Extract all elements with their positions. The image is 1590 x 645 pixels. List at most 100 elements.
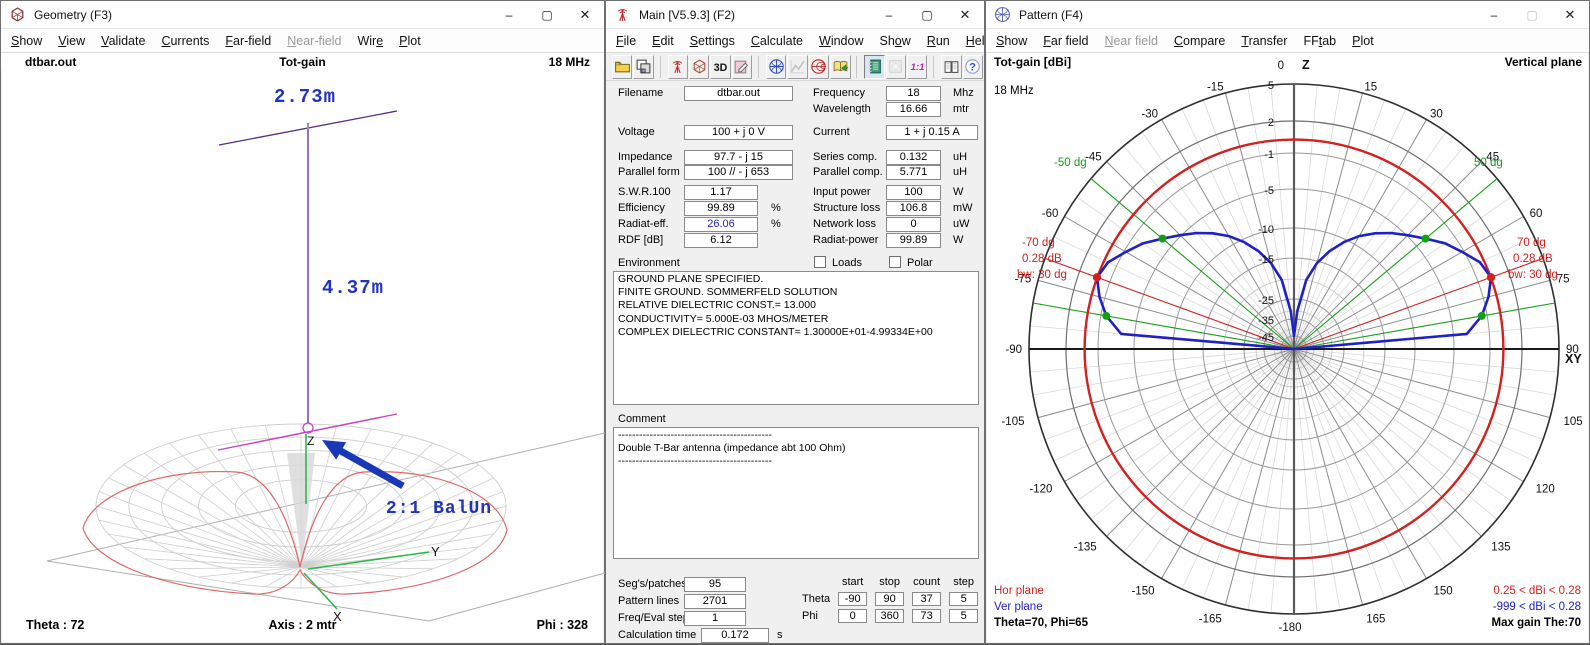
geometry-minimize-button[interactable]: – <box>490 1 528 28</box>
menu-main-edit[interactable]: Edit <box>644 31 682 51</box>
s-w-r-100-field[interactable]: 1.17 <box>684 185 758 200</box>
menu-main-show[interactable]: Show <box>872 31 919 51</box>
menu-geometry-show[interactable]: Show <box>3 31 50 51</box>
menu-main-file[interactable]: File <box>608 31 644 51</box>
frequency-field[interactable]: 18 <box>886 86 941 101</box>
menu-geometry-currents[interactable]: Currents <box>153 31 217 51</box>
line-chart-button <box>787 55 807 79</box>
menu-geometry-far-field[interactable]: Far-field <box>217 31 279 51</box>
pattern-lines-label: Pattern lines <box>618 595 679 607</box>
network-loss-field[interactable]: 0 <box>886 217 941 232</box>
pattern-maximize-button: ▢ <box>1513 1 1551 28</box>
legend-max-gain: Max gain The:70 <box>1492 617 1581 629</box>
input-power-unit: W <box>953 186 963 198</box>
radiat-eff--field[interactable]: 26.06 <box>684 217 758 232</box>
freq-eval-steps-field[interactable]: 1 <box>684 611 746 626</box>
menu-pattern-show[interactable]: Show <box>988 31 1035 51</box>
svg-text:XY: XY <box>1565 352 1582 366</box>
sweep-phi-step-field[interactable]: 5 <box>949 609 978 623</box>
geometry-close-button[interactable]: ✕ <box>566 1 604 28</box>
sweep-theta-step-field[interactable]: 5 <box>949 592 978 606</box>
calculation-time-field[interactable]: 0.172 <box>701 628 769 643</box>
pattern-lines-field[interactable]: 2701 <box>684 594 746 609</box>
freq-eval-steps-label: Freq/Eval steps <box>618 612 694 624</box>
menu-pattern-plot[interactable]: Plot <box>1344 31 1382 51</box>
main-minimize-button[interactable]: – <box>870 1 908 28</box>
manual-icon <box>943 58 960 75</box>
polar-checkbox-label[interactable]: Polar <box>907 257 933 269</box>
radiat-power-unit: W <box>953 234 963 246</box>
menu-geometry-wire[interactable]: Wire <box>349 31 391 51</box>
menu-pattern-far-field[interactable]: Far field <box>1035 31 1096 51</box>
sweep-phi-count-field[interactable]: 73 <box>912 609 941 623</box>
efficiency-label: Efficiency <box>618 202 665 214</box>
help-button[interactable]: ? <box>963 55 983 79</box>
rdf-db--field[interactable]: 6.12 <box>684 233 758 248</box>
antenna-button[interactable] <box>668 55 688 79</box>
loads-checkbox-label[interactable]: Loads <box>832 257 862 269</box>
svg-text:-45: -45 <box>1085 152 1102 164</box>
sweep-theta-stop-field[interactable]: 90 <box>875 592 904 606</box>
sweep-theta-count-field[interactable]: 37 <box>912 592 941 606</box>
pattern-close-button[interactable]: ✕ <box>1551 1 1589 28</box>
polar-chart: 52-1-5-10-15-25-35-450Z15304560759010512… <box>986 53 1590 645</box>
view-3d-button[interactable]: 3D <box>710 55 730 79</box>
legend-pointing: Theta=70, Phi=65 <box>994 617 1088 629</box>
main-close-button[interactable]: ✕ <box>946 1 984 28</box>
comment-label: Comment <box>618 413 666 425</box>
geometry-cube-button[interactable] <box>689 55 709 79</box>
menu-main-settings[interactable]: Settings <box>682 31 743 51</box>
sweep-phi-start-field[interactable]: 0 <box>838 609 867 623</box>
sweep-theta-start-field[interactable]: -90 <box>838 592 867 606</box>
loads-checkbox[interactable] <box>814 256 826 268</box>
manual-button[interactable] <box>941 55 961 79</box>
menu-main-window[interactable]: Window <box>811 31 871 51</box>
filename-field[interactable]: dtbar.out <box>684 86 793 101</box>
pattern-minimize-button[interactable]: – <box>1475 1 1513 28</box>
geometry-maximize-button[interactable]: ▢ <box>528 1 566 28</box>
y-axis-label: Y <box>431 544 440 559</box>
impedance-field[interactable]: 97.7 - j 15 <box>684 150 793 165</box>
edit-nec-button[interactable] <box>732 55 752 79</box>
data-tables-button[interactable] <box>830 55 850 79</box>
polar-checkbox[interactable] <box>889 256 901 268</box>
voltage-field[interactable]: 100 + j 0 V <box>684 125 793 140</box>
parallel-comp--field[interactable]: 5.771 <box>886 165 941 180</box>
menu-main-calculate[interactable]: Calculate <box>743 31 811 51</box>
menu-pattern-transfer[interactable]: Transfer <box>1233 31 1295 51</box>
svg-text:75: 75 <box>1557 274 1570 286</box>
max-db-right-label: 0.28 dB <box>1513 253 1553 265</box>
menu-geometry-validate[interactable]: Validate <box>93 31 153 51</box>
menu-main-run[interactable]: Run <box>919 31 958 51</box>
menu-geometry-view[interactable]: View <box>50 31 93 51</box>
series-comp--field[interactable]: 0.132 <box>886 150 941 165</box>
radiat-power-field[interactable]: 99.89 <box>886 233 941 248</box>
menu-pattern-fftab[interactable]: FFtab <box>1295 31 1344 51</box>
menu-pattern-near-field: Near field <box>1096 31 1166 51</box>
geometry-window-title: Geometry (F3) <box>34 8 112 22</box>
svg-text:-15: -15 <box>1258 254 1274 266</box>
structure-loss-field[interactable]: 106.8 <box>886 201 941 216</box>
efficiency-field[interactable]: 99.89 <box>684 201 758 216</box>
sweep-phi-stop-field[interactable]: 360 <box>875 609 904 623</box>
notebook-button[interactable] <box>864 55 884 79</box>
wavelength-field[interactable]: 16.66 <box>886 102 941 117</box>
polar-pattern-button[interactable] <box>766 55 786 79</box>
svg-text:150: 150 <box>1434 586 1453 598</box>
current-field[interactable]: 1 + j 0.15 A <box>886 125 978 140</box>
seg-s-patches-field[interactable]: 95 <box>684 577 746 592</box>
help-icon: ? <box>964 58 981 75</box>
comment-text[interactable]: ----------------------------------------… <box>613 427 979 559</box>
copy-window-button[interactable] <box>633 55 653 79</box>
series-comp--unit: uH <box>953 151 967 163</box>
menu-geometry-plot[interactable]: Plot <box>391 31 429 51</box>
smith-chart-button[interactable] <box>809 55 829 79</box>
menu-pattern-compare[interactable]: Compare <box>1166 31 1233 51</box>
parallel-form-field[interactable]: 100 // - j 653 <box>684 165 793 180</box>
bw-left-label: bw: 30 dg <box>1017 269 1067 281</box>
legend-ver-plane: Ver plane <box>994 601 1043 613</box>
scale-1to1-button[interactable]: 1:1 <box>907 55 927 79</box>
open-folder-button[interactable] <box>612 55 632 79</box>
main-maximize-button[interactable]: ▢ <box>908 1 946 28</box>
input-power-field[interactable]: 100 <box>886 185 941 200</box>
